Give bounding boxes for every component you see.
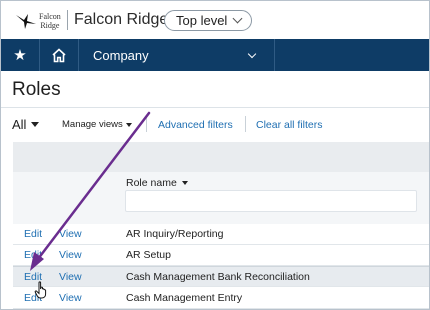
logo-divider: [67, 10, 68, 30]
caret-down-icon: [181, 181, 188, 185]
app-window: Falcon Ridge Falcon Ridge Top level ★ Co…: [0, 0, 430, 310]
view-link[interactable]: View: [59, 228, 82, 240]
role-name-cell: AR Setup: [126, 249, 171, 261]
home-icon[interactable]: [40, 39, 78, 71]
nav-divider: [274, 39, 275, 71]
table-row-highlighted: Edit View Cash Management Bank Reconcili…: [13, 266, 429, 287]
role-name-cell: Cash Management Entry: [126, 292, 243, 304]
page-title: Roles: [12, 79, 61, 100]
nav-bar: ★ Company: [1, 39, 429, 71]
logo-line-1: Falcon: [39, 12, 61, 21]
manage-views-label: Manage views: [62, 119, 123, 130]
column-header-label: Role name: [126, 177, 177, 189]
manage-views-dropdown[interactable]: Manage views: [62, 119, 132, 130]
hand-cursor-icon: [34, 281, 47, 299]
entity-selector[interactable]: Top level: [164, 10, 253, 31]
view-link[interactable]: View: [59, 292, 82, 304]
favorites-star-icon[interactable]: ★: [1, 39, 39, 71]
company-logo: Falcon Ridge: [15, 9, 69, 33]
advanced-filters-link[interactable]: Advanced filters: [158, 119, 233, 131]
nav-divider: [78, 39, 79, 71]
caret-down-icon: [31, 122, 40, 127]
role-name-cell: AR Inquiry/Reporting: [126, 228, 224, 240]
logo-line-2: Ridge: [40, 21, 60, 30]
clear-all-filters-link[interactable]: Clear all filters: [256, 119, 323, 131]
view-selector-label: All: [12, 117, 27, 132]
role-name-filter-input[interactable]: [125, 190, 417, 212]
view-link[interactable]: View: [59, 249, 82, 261]
table-row: Edit View AR Setup: [13, 245, 429, 266]
edit-link[interactable]: Edit: [24, 228, 42, 240]
chevron-down-icon: [232, 13, 243, 24]
nav-company-menu[interactable]: Company: [93, 39, 149, 71]
top-bar: Falcon Ridge Falcon Ridge Top level: [1, 1, 429, 39]
logo-text: Falcon Ridge: [39, 12, 61, 30]
column-header-role-name[interactable]: Role name: [126, 177, 188, 189]
falcon-icon: [16, 14, 36, 29]
table-row: Edit View Cash Management Entry: [13, 288, 429, 309]
edit-link[interactable]: Edit: [24, 249, 42, 261]
view-link[interactable]: View: [59, 271, 82, 283]
view-selector[interactable]: All: [12, 117, 40, 132]
company-name: Falcon Ridge: [74, 11, 169, 28]
caret-down-icon: [125, 122, 132, 127]
entity-selector-label: Top level: [176, 13, 228, 28]
title-divider: [1, 107, 429, 108]
filter-divider: [245, 116, 246, 132]
filter-divider: [146, 116, 147, 132]
table-row: Edit View AR Inquiry/Reporting: [13, 224, 429, 245]
chevron-down-icon[interactable]: [245, 39, 259, 71]
role-name-cell: Cash Management Bank Reconciliation: [126, 271, 310, 283]
grid-toolbar-band: [13, 142, 429, 172]
